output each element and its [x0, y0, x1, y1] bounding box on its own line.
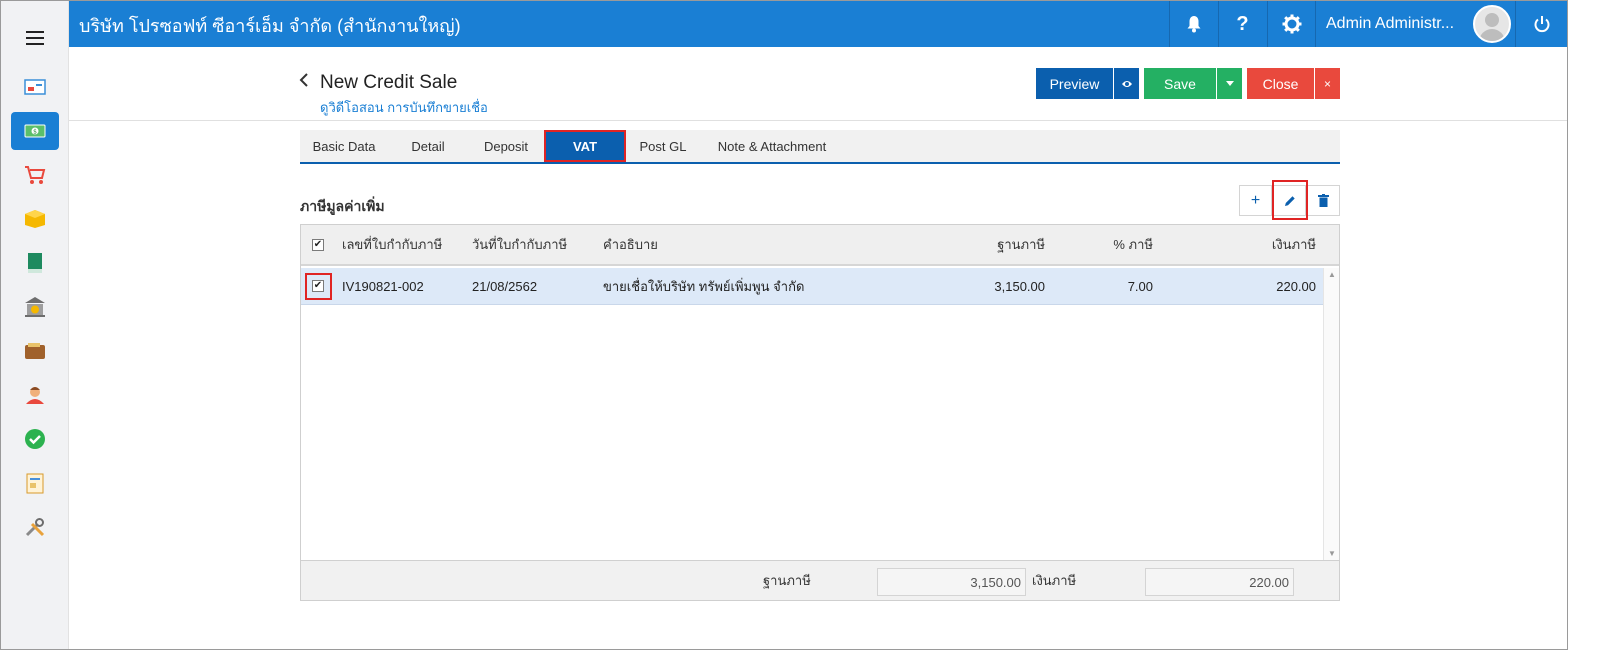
sidebar-item-accounting[interactable]	[11, 244, 59, 282]
close-x-button[interactable]: ×	[1315, 68, 1340, 99]
table-footer: ฐานภาษี 3,150.00 เงินภาษี 220.00	[301, 560, 1339, 600]
sidebar-item-crm[interactable]	[11, 376, 59, 414]
help-icon: ?	[1236, 12, 1249, 35]
money-icon: $	[24, 124, 46, 138]
wallet-icon	[25, 343, 45, 359]
sidebar-item-report[interactable]	[11, 464, 59, 502]
chevron-left-icon	[299, 73, 308, 87]
save-button[interactable]: Save	[1144, 68, 1216, 99]
power-icon	[1534, 16, 1549, 33]
tab-bar: Basic Data Detail Deposit VAT Post GL No…	[300, 130, 1340, 164]
cart-icon	[25, 166, 46, 184]
tax-base-cell: 3,150.00	[994, 278, 1045, 294]
back-button[interactable]	[299, 71, 309, 94]
avatar[interactable]	[1473, 5, 1511, 43]
sidebar-item-dashboard[interactable]	[11, 68, 59, 106]
book-icon	[28, 253, 42, 273]
company-name: บริษัท โปรซอฟท์ ซีอาร์เอ็ม จำกัด (สำนักง…	[79, 16, 461, 36]
tab-note-attachment[interactable]: Note & Attachment	[700, 130, 844, 162]
user-name: Admin Administr...	[1326, 15, 1455, 32]
check-icon	[25, 429, 45, 449]
footer-tax-base-field: 3,150.00	[877, 568, 1026, 596]
caret-down-icon	[1225, 81, 1234, 86]
plus-icon: +	[1250, 191, 1261, 209]
section-title: ภาษีมูลค่าเพิ่ม	[300, 198, 385, 214]
top-header: บริษัท โปรซอฟท์ ซีอาร์เอ็ม จำกัด (สำนักง…	[69, 1, 1567, 47]
table-row[interactable]: ✔ IV190821-002 21/08/2562 ขายเชื่อให้บริ…	[301, 268, 1323, 305]
description-cell: ขายเชื่อให้บริษัท ทรัพย์เพิ่มพูน จำกัด	[603, 278, 805, 294]
trash-icon	[1318, 194, 1329, 207]
add-row-button[interactable]: +	[1239, 185, 1272, 216]
tab-basic-data[interactable]: Basic Data	[300, 130, 388, 162]
eye-icon	[1121, 80, 1132, 87]
bank-icon	[25, 297, 45, 317]
col-invoice-date[interactable]: วันที่ใบกำกับภาษี	[472, 225, 567, 264]
logout-button[interactable]	[1515, 1, 1567, 47]
preview-button[interactable]: Preview	[1036, 68, 1113, 99]
box-icon	[25, 210, 45, 228]
sidebar-item-inventory[interactable]	[11, 200, 59, 238]
select-all-checkbox[interactable]: ✔	[312, 225, 324, 264]
tab-post-gl[interactable]: Post GL	[626, 130, 700, 162]
footer-tax-amount-field: 220.00	[1145, 568, 1294, 596]
scroll-down-icon[interactable]: ▼	[1328, 549, 1336, 558]
header-divider	[69, 120, 1567, 121]
sidebar-item-setup[interactable]	[11, 508, 59, 546]
footer-tax-base-label: ฐานภาษี	[763, 573, 811, 588]
video-tutorial-link[interactable]: ดูวิดีโอสอน การบันทึกขายเชื่อ	[320, 97, 488, 118]
tab-deposit[interactable]: Deposit	[468, 130, 544, 162]
col-tax-amount[interactable]: เงินภาษี	[1201, 225, 1316, 264]
close-button[interactable]: Close	[1247, 68, 1314, 99]
help-button[interactable]: ?	[1218, 1, 1266, 47]
tab-detail[interactable]: Detail	[388, 130, 468, 162]
pencil-icon	[1284, 195, 1295, 206]
sidebar-item-cheque[interactable]	[11, 332, 59, 370]
sidebar: $	[1, 1, 69, 649]
table-scrollbar[interactable]: ▲ ▼	[1323, 268, 1339, 560]
footer-tax-amount-label: เงินภาษี	[1032, 573, 1077, 588]
close-icon: ×	[1323, 76, 1331, 91]
invoice-no-cell: IV190821-002	[342, 278, 424, 294]
sidebar-item-finance[interactable]	[11, 288, 59, 326]
tools-icon	[25, 518, 45, 537]
tax-amount-cell: 220.00	[1276, 278, 1316, 294]
settings-button[interactable]	[1267, 1, 1315, 47]
col-description[interactable]: คำอธิบาย	[603, 225, 658, 264]
sidebar-item-purchase[interactable]	[11, 156, 59, 194]
col-tax-base[interactable]: ฐานภาษี	[961, 225, 1045, 264]
page-title: New Credit Sale	[320, 72, 458, 93]
dashboard-icon	[24, 79, 46, 95]
bell-icon	[1187, 16, 1200, 33]
vat-table: ✔ เลขที่ใบกำกับภาษี วันที่ใบกำกับภาษี คำ…	[300, 224, 1340, 601]
table-header: ✔ เลขที่ใบกำกับภาษี วันที่ใบกำกับภาษี คำ…	[301, 225, 1339, 266]
notification-button[interactable]	[1169, 1, 1217, 47]
gear-icon	[1282, 14, 1301, 34]
edit-row-button[interactable]	[1273, 185, 1306, 216]
svg-text:$: $	[33, 129, 37, 136]
save-dropdown-button[interactable]	[1217, 68, 1242, 99]
menu-toggle-icon[interactable]	[26, 31, 44, 45]
scroll-up-icon[interactable]: ▲	[1328, 270, 1336, 279]
contact-icon	[26, 387, 44, 404]
app-window: $ บริษัท โปรซอฟท์ ซีอาร์เอ็ม จำกัด (สำนั…	[0, 0, 1568, 650]
sidebar-item-approval[interactable]	[11, 420, 59, 458]
col-invoice-no[interactable]: เลขที่ใบกำกับภาษี	[342, 225, 442, 264]
preview-eye-button[interactable]	[1114, 68, 1139, 99]
tab-vat[interactable]: VAT	[544, 130, 626, 162]
col-tax-percent[interactable]: % ภาษี	[1081, 225, 1153, 264]
delete-row-button[interactable]	[1307, 185, 1340, 216]
invoice-date-cell: 21/08/2562	[472, 278, 538, 294]
document-icon	[26, 473, 44, 494]
row-checkbox[interactable]: ✔	[312, 268, 324, 304]
tax-percent-cell: 7.00	[1127, 278, 1153, 294]
sidebar-item-sales[interactable]: $	[11, 112, 59, 150]
